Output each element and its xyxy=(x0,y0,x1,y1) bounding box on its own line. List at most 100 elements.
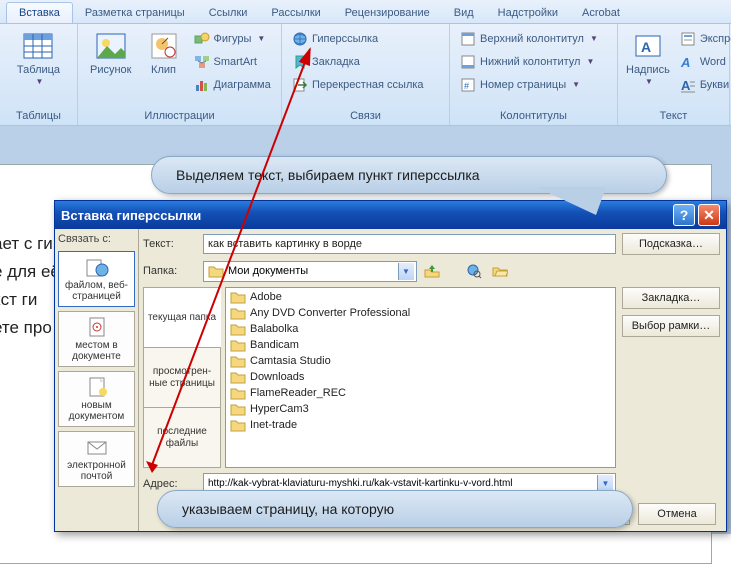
tab-recent-files[interactable]: последние файлы xyxy=(143,407,221,468)
tab-page-layout[interactable]: Разметка страницы xyxy=(73,3,197,23)
folder-icon xyxy=(230,338,246,352)
hyperlink-button[interactable]: Гиперссылка xyxy=(290,28,426,49)
list-item[interactable]: Balabolka xyxy=(227,321,614,337)
linkto-file-web[interactable]: файлом, веб-страницей xyxy=(58,251,135,307)
crossref-icon xyxy=(292,77,308,93)
tab-insert[interactable]: Вставка xyxy=(6,2,73,23)
list-item[interactable]: Any DVD Converter Professional xyxy=(227,305,614,321)
list-item[interactable]: HyperCam3 xyxy=(227,401,614,417)
svg-text:A: A xyxy=(680,55,690,70)
group-tables-label: Таблицы xyxy=(4,108,73,123)
shapes-icon xyxy=(194,31,210,47)
tab-references[interactable]: Ссылки xyxy=(197,3,260,23)
file-list[interactable]: Adobe Any DVD Converter Professional Bal… xyxy=(225,287,616,468)
tab-current-folder[interactable]: текущая папка xyxy=(143,287,221,348)
tab-mailings[interactable]: Рассылки xyxy=(259,3,332,23)
globe-icon xyxy=(292,31,308,47)
browse-web-button[interactable] xyxy=(463,260,485,282)
chevron-down-icon: ▼ xyxy=(645,77,653,86)
dialog-main: Текст: Подсказка… Папка: Мои документы ▼ xyxy=(139,229,726,531)
close-button[interactable]: ✕ xyxy=(698,204,720,226)
chevron-down-icon: ▼ xyxy=(586,57,594,66)
lookin-tabs: текущая папка просмотрен-ные страницы по… xyxy=(143,287,221,468)
pagenumber-label: Номер страницы xyxy=(480,79,566,91)
clip-button[interactable]: Клип xyxy=(140,26,188,98)
email-icon xyxy=(85,436,109,458)
ribbon-body: Таблица ▼ Таблицы Рисунок Клип Фигуры▼ xyxy=(0,24,731,126)
footer-icon xyxy=(460,54,476,70)
header-button[interactable]: Верхний колонтитул▼ xyxy=(458,28,600,49)
address-text: http://kak-vybrat-klaviaturu-myshki.ru/k… xyxy=(208,478,597,489)
text-field-label: Текст: xyxy=(143,238,199,250)
dropcap-label: Букви xyxy=(700,79,729,91)
svg-text:A: A xyxy=(681,78,691,93)
insert-hyperlink-dialog: Вставка гиперссылки ? ✕ Связать с: файло… xyxy=(54,200,727,532)
picture-button[interactable]: Рисунок xyxy=(82,26,140,98)
linkto-heading: Связать с: xyxy=(58,233,135,247)
browse-file-button[interactable] xyxy=(489,260,511,282)
crossref-label: Перекрестная ссылка xyxy=(312,79,424,91)
smartart-icon xyxy=(194,54,210,70)
table-button[interactable]: Таблица ▼ xyxy=(9,26,68,98)
linkto-panel: Связать с: файлом, веб-страницей местом … xyxy=(55,229,139,531)
express-button[interactable]: Экспре xyxy=(678,28,731,49)
clip-icon xyxy=(148,30,180,62)
tab-view[interactable]: Вид xyxy=(442,3,486,23)
folder-field-label: Папка: xyxy=(143,265,199,277)
cancel-button[interactable]: Отмена xyxy=(638,503,716,525)
hash-icon: # xyxy=(460,77,476,93)
linkto-place-in-doc[interactable]: местом в документе xyxy=(58,311,135,367)
callout-note-2: указываем страницу, на которую xyxy=(157,490,633,528)
dialog-title-text: Вставка гиперссылки xyxy=(61,208,201,223)
chart-label: Диаграмма xyxy=(214,79,271,91)
tab-review[interactable]: Рецензирование xyxy=(333,3,442,23)
group-headerfooter: Верхний колонтитул▼ Нижний колонтитул▼ #… xyxy=(450,24,618,125)
crossref-button[interactable]: Перекрестная ссылка xyxy=(290,74,426,95)
list-item[interactable]: Adobe xyxy=(227,289,614,305)
pagenumber-button[interactable]: # Номер страницы▼ xyxy=(458,74,600,95)
target-frame-button[interactable]: Выбор рамки… xyxy=(622,315,720,337)
list-item[interactable]: Inet-trade xyxy=(227,417,614,433)
linkto-email[interactable]: электронной почтой xyxy=(58,431,135,487)
linkto-new-doc[interactable]: новым документом xyxy=(58,371,135,427)
up-folder-button[interactable] xyxy=(421,260,443,282)
folder-icon xyxy=(230,402,246,416)
address-field-label: Адрес: xyxy=(143,478,199,490)
list-item[interactable]: Downloads xyxy=(227,369,614,385)
dialog-titlebar[interactable]: Вставка гиперссылки ? ✕ xyxy=(55,201,726,229)
hint-button[interactable]: Подсказка… xyxy=(622,233,720,255)
group-text-label: Текст xyxy=(622,108,725,123)
bookmark-button[interactable]: Закладка xyxy=(290,51,426,72)
folder-icon xyxy=(230,386,246,400)
wordart-label: Word xyxy=(700,56,726,68)
help-button[interactable]: ? xyxy=(673,204,695,226)
new-doc-icon xyxy=(85,376,109,398)
dropcap-button[interactable]: A Букви xyxy=(678,74,731,95)
folder-icon xyxy=(230,290,246,304)
shapes-button[interactable]: Фигуры▼ xyxy=(192,28,273,49)
document-text: ает с ги е для её кст ги ете про xyxy=(0,230,60,342)
tab-addins[interactable]: Надстройки xyxy=(486,3,570,23)
chart-button[interactable]: Диаграмма xyxy=(192,74,273,95)
group-headerfooter-label: Колонтитулы xyxy=(454,108,613,123)
textbox-button[interactable]: A Надпись ▼ xyxy=(622,26,674,98)
smartart-button[interactable]: SmartArt xyxy=(192,51,273,72)
folder-icon xyxy=(230,306,246,320)
ribbon-tabs: Вставка Разметка страницы Ссылки Рассылк… xyxy=(0,0,731,24)
footer-button[interactable]: Нижний колонтитул▼ xyxy=(458,51,600,72)
folder-combo[interactable]: Мои документы ▼ xyxy=(203,261,417,282)
folder-combo-text: Мои документы xyxy=(228,265,398,277)
list-item[interactable]: Camtasia Studio xyxy=(227,353,614,369)
bookmark-button-dlg[interactable]: Закладка… xyxy=(622,287,720,309)
text-input[interactable] xyxy=(203,234,616,254)
list-item[interactable]: Bandicam xyxy=(227,337,614,353)
chevron-down-icon: ▼ xyxy=(398,263,414,280)
wordart-button[interactable]: A Word xyxy=(678,51,731,72)
list-item[interactable]: FlameReader_REC xyxy=(227,385,614,401)
table-icon xyxy=(22,30,54,62)
place-in-doc-icon xyxy=(85,316,109,338)
group-text: A Надпись ▼ Экспре A Word A Букви Текст xyxy=(618,24,730,125)
folder-icon xyxy=(230,370,246,384)
tab-browsed-pages[interactable]: просмотрен-ные страницы xyxy=(143,347,221,408)
tab-acrobat[interactable]: Acrobat xyxy=(570,3,632,23)
